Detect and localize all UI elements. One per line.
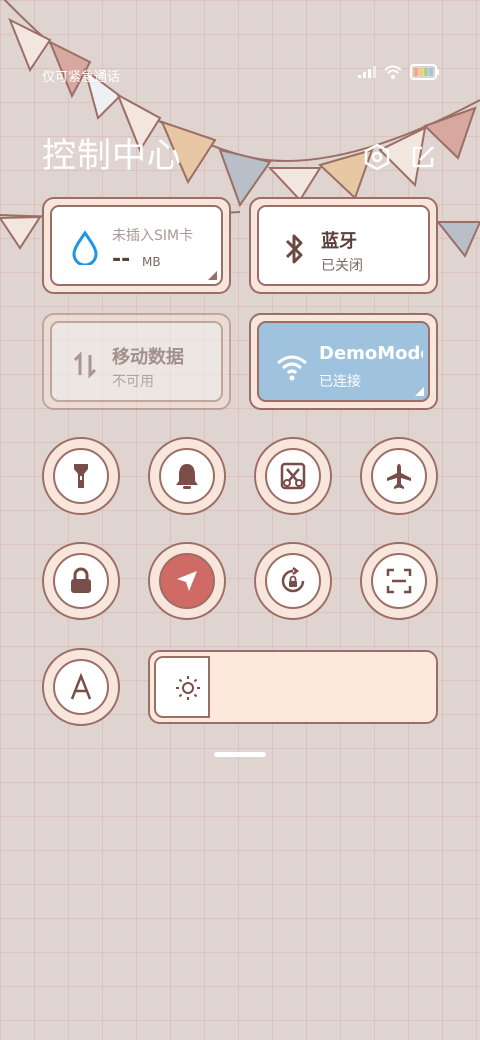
water-drop-icon <box>72 230 98 265</box>
mobile-data-tile[interactable]: 移动数据 不可用 <box>42 313 231 410</box>
location-arrow-icon <box>177 571 197 591</box>
data-usage-tile[interactable]: 未插入SIM卡 -- MB <box>42 197 231 294</box>
data-usage-value: -- <box>112 247 131 272</box>
lock-toggle[interactable] <box>42 542 120 620</box>
rotation-lock-icon <box>281 567 305 593</box>
bluetooth-icon <box>285 234 303 264</box>
data-usage-unit: MB <box>142 255 161 269</box>
screenshot-toggle[interactable] <box>254 437 332 515</box>
brightness-slider[interactable] <box>148 650 438 724</box>
wifi-tile[interactable]: DemoMode 已连接 <box>249 313 438 410</box>
status-text: 仅可紧急通话 <box>42 70 121 85</box>
sim-status: 未插入SIM卡 <box>112 228 194 244</box>
battery-icon <box>410 64 439 80</box>
scan-icon <box>386 568 412 594</box>
flashlight-toggle[interactable] <box>42 437 120 515</box>
expand-corner <box>208 271 217 280</box>
scissors-icon <box>280 462 306 490</box>
wifi-status: 已连接 <box>319 374 361 390</box>
wifi-icon <box>277 355 307 381</box>
airplane-toggle[interactable] <box>360 437 438 515</box>
rotation-lock-toggle[interactable] <box>254 542 332 620</box>
settings-hexagon-icon[interactable] <box>362 142 392 172</box>
wifi-status-icon <box>384 65 402 79</box>
home-indicator[interactable] <box>214 752 266 757</box>
status-icons <box>358 64 440 80</box>
bluetooth-tile[interactable]: 蓝牙 已关闭 <box>249 197 438 294</box>
lock-icon <box>71 567 91 593</box>
edit-icon[interactable] <box>408 142 438 172</box>
location-toggle[interactable] <box>148 542 226 620</box>
flashlight-icon <box>74 464 88 488</box>
auto-brightness-toggle[interactable] <box>42 648 120 726</box>
signal-icon <box>358 66 376 78</box>
bell-icon <box>176 464 198 489</box>
mobile-data-title: 移动数据 <box>112 347 184 368</box>
page-title: 控制中心 <box>42 136 182 176</box>
mobile-data-status: 不可用 <box>112 374 154 390</box>
bluetooth-title: 蓝牙 <box>321 231 357 252</box>
auto-brightness-icon <box>70 672 92 700</box>
ringer-toggle[interactable] <box>148 437 226 515</box>
sun-icon <box>176 676 200 700</box>
airplane-icon <box>387 464 411 489</box>
wifi-title: DemoMode <box>319 343 423 364</box>
data-arrows-icon <box>73 351 97 379</box>
scanner-toggle[interactable] <box>360 542 438 620</box>
bluetooth-status: 已关闭 <box>321 258 363 274</box>
expand-corner <box>415 387 424 396</box>
